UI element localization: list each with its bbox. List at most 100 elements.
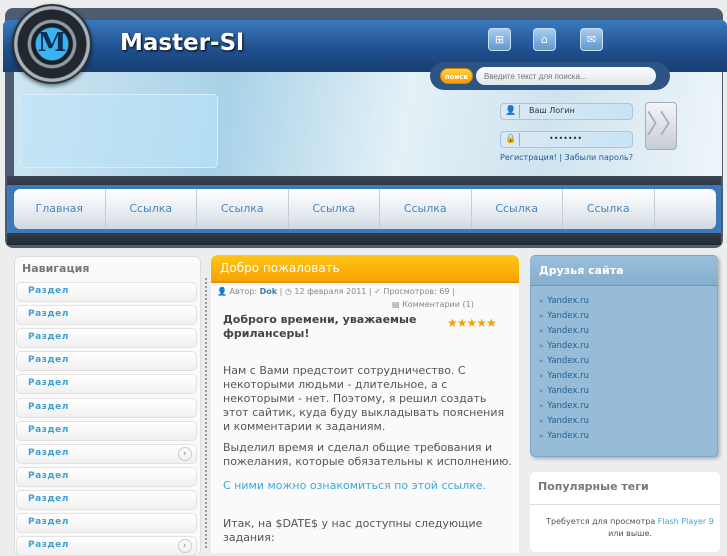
flash-text: или выше.	[608, 529, 652, 538]
bullet-icon: »	[539, 312, 544, 320]
sidebar-item[interactable]: Раздел ›	[16, 536, 197, 556]
sidebar-item-label: Раздел	[28, 286, 69, 296]
password-field[interactable]: 🔒 •••••••	[500, 131, 633, 148]
sidebar-item[interactable]: Раздел ›	[16, 443, 197, 464]
sidebar-item[interactable]: Раздел	[16, 513, 197, 533]
sidebar-item[interactable]: Раздел	[16, 397, 197, 418]
bullet-icon: »	[539, 417, 544, 425]
friend-link-label: Yandex.ru	[547, 416, 590, 426]
friend-link-label: Yandex.ru	[547, 296, 590, 306]
bullet-icon: »	[539, 372, 544, 380]
post-paragraph: Итак, на $DATE$ у нас доступны следующие…	[223, 517, 483, 544]
comments-link[interactable]: Комментарии (1)	[402, 300, 474, 309]
search-input[interactable]	[476, 67, 656, 85]
friend-link-label: Yandex.ru	[547, 326, 590, 336]
clock-icon: ◷	[284, 287, 292, 296]
post-title: Добро пожаловать	[211, 255, 519, 283]
divider	[530, 504, 720, 505]
post-views: Просмотров: 69	[383, 287, 450, 296]
nav-item[interactable]: Ссылка	[197, 189, 289, 229]
rating-stars[interactable]: ★★★★★	[447, 316, 497, 330]
sidebar-item-label: Раздел	[28, 332, 69, 343]
sidebar-item[interactable]: Раздел	[16, 420, 197, 441]
post-date: 12 февраля 2011	[294, 287, 367, 296]
friend-link-label: Yandex.ru	[547, 371, 590, 381]
friend-link-label: Yandex.ru	[547, 431, 590, 441]
friend-link[interactable]: » Yandex.ru	[539, 296, 589, 306]
author-label: Автор:	[229, 287, 258, 296]
sidebar-item-label: Раздел	[28, 517, 69, 527]
friends-title: Друзья сайта	[530, 256, 718, 286]
nav-item[interactable]: Ссылка	[380, 189, 472, 229]
bullet-icon: »	[539, 357, 544, 365]
flash-text: Требуется для просмотра	[546, 517, 656, 526]
sidebar-item[interactable]: Раздел	[16, 282, 197, 302]
register-link[interactable]: Регистрация!	[500, 153, 557, 162]
friend-link-label: Yandex.ru	[547, 386, 590, 396]
sidebar-title: Навигация	[22, 262, 90, 275]
logo-letter: M	[37, 28, 67, 58]
friend-link-label: Yandex.ru	[547, 356, 590, 366]
separator: |	[559, 153, 563, 162]
main-nav: Главная Ссылка Ссылка Ссылка Ссылка Ссыл…	[14, 189, 716, 229]
nav-item[interactable]: Ссылка	[289, 189, 380, 229]
chevron-right-icon[interactable]: ›	[178, 446, 192, 461]
sidebar-item[interactable]: Раздел	[16, 489, 197, 510]
user-icon: 👤	[217, 287, 227, 296]
column-divider	[205, 278, 207, 548]
author-link[interactable]: Dok	[260, 287, 277, 296]
sitemap-icon[interactable]: ⊞	[488, 28, 511, 51]
sidebar-item-label: Раздел	[28, 447, 69, 458]
flash-player-link[interactable]: Flash Player 9	[658, 517, 714, 526]
login-field[interactable]: 👤 Ваш Логин	[500, 103, 633, 120]
nav-item[interactable]: Ссылка	[563, 189, 655, 229]
nav-item-home[interactable]: Главная	[14, 189, 106, 229]
friend-link[interactable]: » Yandex.ru	[539, 431, 589, 441]
site-logo[interactable]: M	[12, 4, 92, 84]
mail-icon[interactable]: ✉	[580, 28, 603, 51]
login-submit-button[interactable]: 〉〉	[645, 102, 685, 150]
password-value: •••••••	[549, 134, 583, 143]
home-icon[interactable]: ⌂	[533, 28, 556, 51]
bullet-icon: »	[539, 342, 544, 350]
sidebar-item-label: Раздел	[28, 355, 69, 366]
sidebar-item[interactable]: Раздел	[16, 305, 197, 326]
post-heading: Доброго времени, уважаемые фрилансеры!	[223, 313, 417, 340]
friend-link-label: Yandex.ru	[547, 401, 590, 411]
sidebar-item-label: Раздел	[28, 493, 69, 504]
flash-notice: Требуется для просмотра Flash Player 9 ил…	[530, 516, 727, 540]
banner-box	[20, 94, 218, 168]
friend-link[interactable]: » Yandex.ru	[539, 401, 589, 411]
sidebar-item[interactable]: Раздел	[16, 466, 197, 487]
login-links: Регистрация! | Забыли пароль?	[500, 153, 633, 162]
login-placeholder: Ваш Логин	[529, 106, 575, 115]
bullet-icon: »	[539, 402, 544, 410]
friend-link[interactable]: » Yandex.ru	[539, 416, 589, 426]
divider	[7, 233, 721, 245]
sidebar-item-label: Раздел	[28, 470, 69, 481]
friend-link[interactable]: » Yandex.ru	[539, 371, 589, 381]
chevron-right-icon[interactable]: ›	[178, 539, 192, 554]
friend-link-label: Yandex.ru	[547, 311, 590, 321]
sidebar-item[interactable]: Раздел	[16, 351, 197, 372]
sidebar-item-label: Раздел	[28, 401, 69, 412]
friend-link[interactable]: » Yandex.ru	[539, 341, 589, 351]
friend-link-label: Yandex.ru	[547, 341, 590, 351]
sidebar-item[interactable]: Раздел	[16, 374, 197, 395]
comment-icon: ▤	[392, 300, 400, 309]
nav-item[interactable]: Ссылка	[472, 189, 563, 229]
sidebar-item[interactable]: Раздел	[16, 328, 197, 349]
search-button[interactable]: поиск	[440, 68, 473, 84]
bullet-icon: »	[539, 297, 544, 305]
friend-link[interactable]: » Yandex.ru	[539, 311, 589, 321]
friend-link[interactable]: » Yandex.ru	[539, 326, 589, 336]
bullet-icon: »	[539, 432, 544, 440]
user-icon: 👤	[505, 106, 517, 116]
requirements-link[interactable]: С ними можно ознакомиться по этой ссылке…	[223, 479, 513, 493]
lock-icon: 🔒	[505, 134, 517, 144]
nav-item[interactable]: Ссылка	[106, 189, 197, 229]
friend-link[interactable]: » Yandex.ru	[539, 386, 589, 396]
forgot-password-link[interactable]: Забыли пароль?	[565, 153, 633, 162]
site-name[interactable]: Master-Sl	[120, 30, 260, 56]
friend-link[interactable]: » Yandex.ru	[539, 356, 589, 366]
